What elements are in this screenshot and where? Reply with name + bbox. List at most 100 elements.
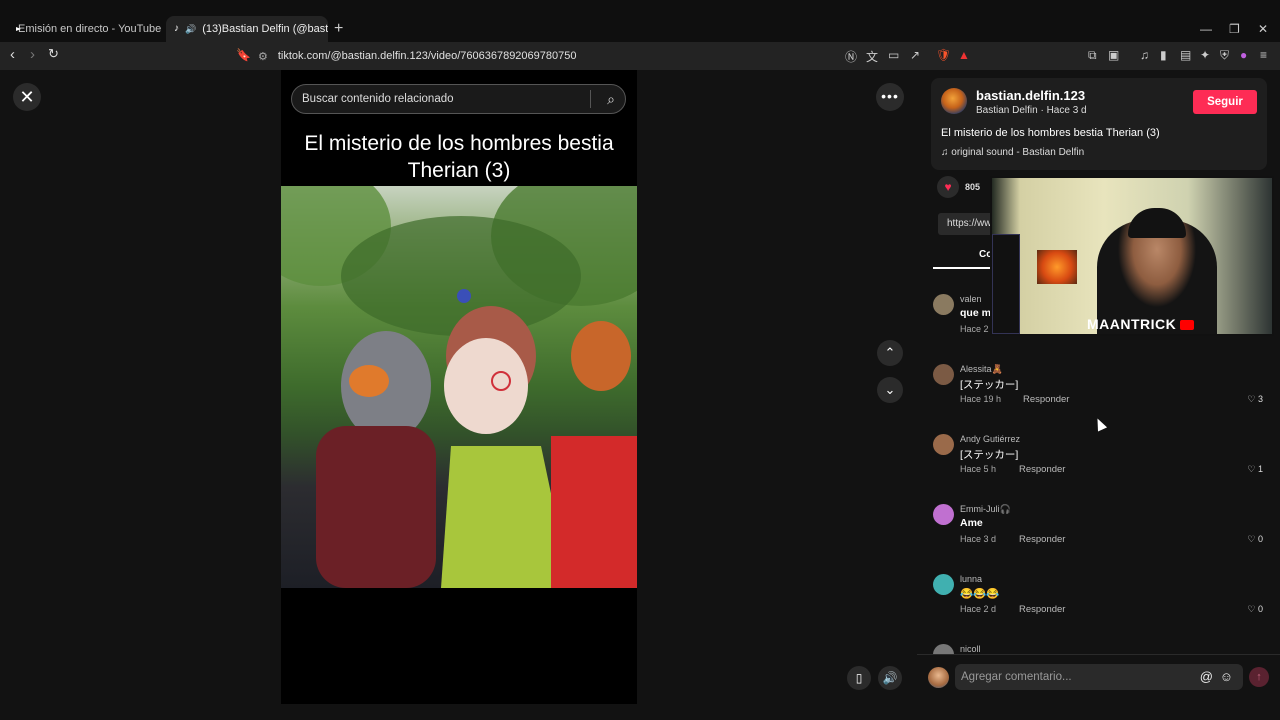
sidebar-icon[interactable]: ▮ xyxy=(1160,48,1167,62)
tab-youtube-studio[interactable]: Emisión en directo - YouTube Studio xyxy=(4,16,162,42)
comment-item: nicoll xyxy=(933,644,1267,654)
music-row[interactable]: ♫ original sound - Bastian Delfin xyxy=(941,147,1084,158)
leo-icon[interactable]: ✦ xyxy=(1200,48,1210,62)
share-icon[interactable]: ↗ xyxy=(910,48,920,62)
profile-icon[interactable]: ● xyxy=(1240,48,1247,62)
comment-text: 😂😂😂 xyxy=(960,588,1000,600)
streamer-brand: MAANTRICK xyxy=(1087,316,1177,332)
rewards-icon[interactable]: ▲ xyxy=(958,48,970,62)
author-avatar[interactable] xyxy=(941,88,967,114)
new-tab-button[interactable]: + xyxy=(334,20,343,38)
tiktok-icon: ♪ xyxy=(174,23,179,34)
heart-outline-icon: ♡ xyxy=(1247,464,1258,474)
commenter-avatar[interactable] xyxy=(933,574,954,595)
extensions-icon[interactable]: ⧉ xyxy=(1088,48,1097,63)
bookmark-icon[interactable]: 🔖 xyxy=(236,48,251,62)
volume-button[interactable]: 🔊 xyxy=(878,666,902,690)
video-frame[interactable] xyxy=(281,186,637,588)
commenter-name[interactable]: Emmi-Juli🎧 xyxy=(960,504,1011,515)
emoji-icon[interactable]: ☺ xyxy=(1220,664,1233,690)
site-settings-icon[interactable]: ⚙ xyxy=(258,50,268,63)
comment-input-bar: Agregar comentario... @ ☺ ↑ xyxy=(917,654,1280,720)
music-title: original sound - Bastian Delfin xyxy=(951,147,1085,158)
wallet-icon[interactable]: ▤ xyxy=(1180,48,1191,62)
comment-like[interactable]: ♡ 3 xyxy=(1247,394,1263,405)
back-icon[interactable]: ‹ xyxy=(10,46,15,63)
screenshot-icon[interactable]: ▣ xyxy=(1108,48,1119,62)
maximize-button[interactable]: ❐ xyxy=(1229,22,1240,36)
close-window-button[interactable]: ✕ xyxy=(1258,22,1268,36)
translate-icon[interactable]: 文 xyxy=(866,48,878,65)
youtube-logo-icon xyxy=(1180,320,1195,331)
related-search-input[interactable]: Buscar contenido relacionado ⌕ xyxy=(291,84,626,114)
commenter-name[interactable]: Andy Gutiérrez xyxy=(960,434,1020,444)
commenter-name[interactable]: lunna xyxy=(960,574,982,584)
reply-button[interactable]: Responder xyxy=(1019,534,1065,545)
comment-text: Ame xyxy=(960,517,983,529)
comment-like-count: 1 xyxy=(1257,464,1263,474)
vpn-icon[interactable]: ⛨ xyxy=(1220,48,1229,63)
comment-like-count: 0 xyxy=(1257,604,1263,614)
send-comment-button[interactable]: ↑ xyxy=(1249,667,1269,687)
reader-icon[interactable]: Ⓝ xyxy=(845,48,857,65)
tab-title: (13)Bastian Delfin (@bastian.d xyxy=(202,23,328,35)
forward-icon[interactable]: › xyxy=(30,46,35,63)
next-video-button[interactable]: ⌄ xyxy=(877,377,903,403)
reply-button[interactable]: Responder xyxy=(1023,394,1069,405)
reply-button[interactable]: Responder xyxy=(1019,464,1065,475)
commenter-avatar[interactable] xyxy=(933,434,954,455)
commenter-name[interactable]: valen xyxy=(960,294,982,304)
commenter-name[interactable]: Alessita🧸 xyxy=(960,364,1003,375)
streamer-logo: MAANTRICK xyxy=(1087,316,1195,332)
mention-icon[interactable]: @ xyxy=(1200,664,1213,690)
details-panel: bastian.delfin.123 Bastian Delfin · Hace… xyxy=(917,70,1280,720)
like-count: 805 xyxy=(965,182,981,192)
webcam-overlay: MAANTRICK xyxy=(990,176,1274,336)
follow-button[interactable]: Seguir xyxy=(1193,90,1257,114)
menu-icon[interactable]: ≡ xyxy=(1260,48,1267,62)
reply-button[interactable]: Responder xyxy=(1019,604,1065,615)
search-placeholder: Buscar contenido relacionado xyxy=(302,93,454,105)
copy-link-field[interactable]: https://ww xyxy=(938,213,998,235)
commenter-avatar[interactable] xyxy=(933,644,954,654)
commenter-avatar[interactable] xyxy=(933,294,954,315)
author-username[interactable]: bastian.delfin.123 xyxy=(976,88,1085,103)
pip-button[interactable]: ▯ xyxy=(847,666,871,690)
commenter-name[interactable]: nicoll xyxy=(960,644,981,654)
video-scene xyxy=(281,186,637,588)
cast-icon[interactable]: ▭ xyxy=(888,48,899,62)
author-card: bastian.delfin.123 Bastian Delfin · Hace… xyxy=(931,78,1267,170)
heart-icon[interactable]: ♥ xyxy=(937,176,959,198)
comment-time: Hace 2 xyxy=(960,324,989,334)
previous-video-button[interactable]: ⌃ xyxy=(877,340,903,366)
comment-like[interactable]: ♡ 0 xyxy=(1247,534,1263,545)
video-description: El misterio de los hombres bestia Theria… xyxy=(941,127,1160,139)
current-user-avatar xyxy=(928,667,949,688)
browser-tabbar: Emisión en directo - YouTube Studio ♪ 🔊 … xyxy=(0,0,1280,42)
search-icon[interactable]: ⌕ xyxy=(607,91,615,108)
close-video-button[interactable]: ✕ xyxy=(13,83,41,111)
comment-like[interactable]: ♡ 0 xyxy=(1247,604,1263,615)
media-icon[interactable]: ♫ xyxy=(1140,48,1149,62)
brave-shield-icon[interactable]: 🛡 xyxy=(936,48,951,62)
video-player[interactable]: Buscar contenido relacionado ⌕ El mister… xyxy=(281,70,637,704)
comment-like[interactable]: ♡ 1 xyxy=(1247,464,1263,475)
tab-tiktok[interactable]: ♪ 🔊 (13)Bastian Delfin (@bastian.d ✕ xyxy=(166,16,328,42)
comment-item: Emmi-Juli🎧 Ame Hace 3 d Responder ♡ 0 xyxy=(933,504,1267,564)
heart-outline-icon: ♡ xyxy=(1247,394,1258,404)
more-options-button[interactable]: ••• xyxy=(876,83,904,111)
like-stat[interactable]: ♥ 805 xyxy=(937,176,980,198)
tab-title: Emisión en directo - YouTube Studio xyxy=(18,23,162,35)
reload-icon[interactable]: ↻ xyxy=(48,46,59,62)
comment-input[interactable]: Agregar comentario... @ ☺ xyxy=(955,664,1243,690)
comment-item: lunna 😂😂😂 Hace 2 d Responder ♡ 0 xyxy=(933,574,1267,634)
minimize-button[interactable]: — xyxy=(1200,22,1212,36)
url-text: tiktok.com/@bastian.delfin.123/video/760… xyxy=(277,50,577,62)
webcam-fireplace xyxy=(1037,250,1077,284)
commenter-avatar[interactable] xyxy=(933,364,954,385)
audio-icon: 🔊 xyxy=(185,23,197,34)
comment-like-count: 0 xyxy=(1257,534,1263,544)
commenter-avatar[interactable] xyxy=(933,504,954,525)
comment-item: Andy Gutiérrez [ステッカー] Hace 5 h Responde… xyxy=(933,434,1267,494)
search-divider xyxy=(590,90,591,108)
